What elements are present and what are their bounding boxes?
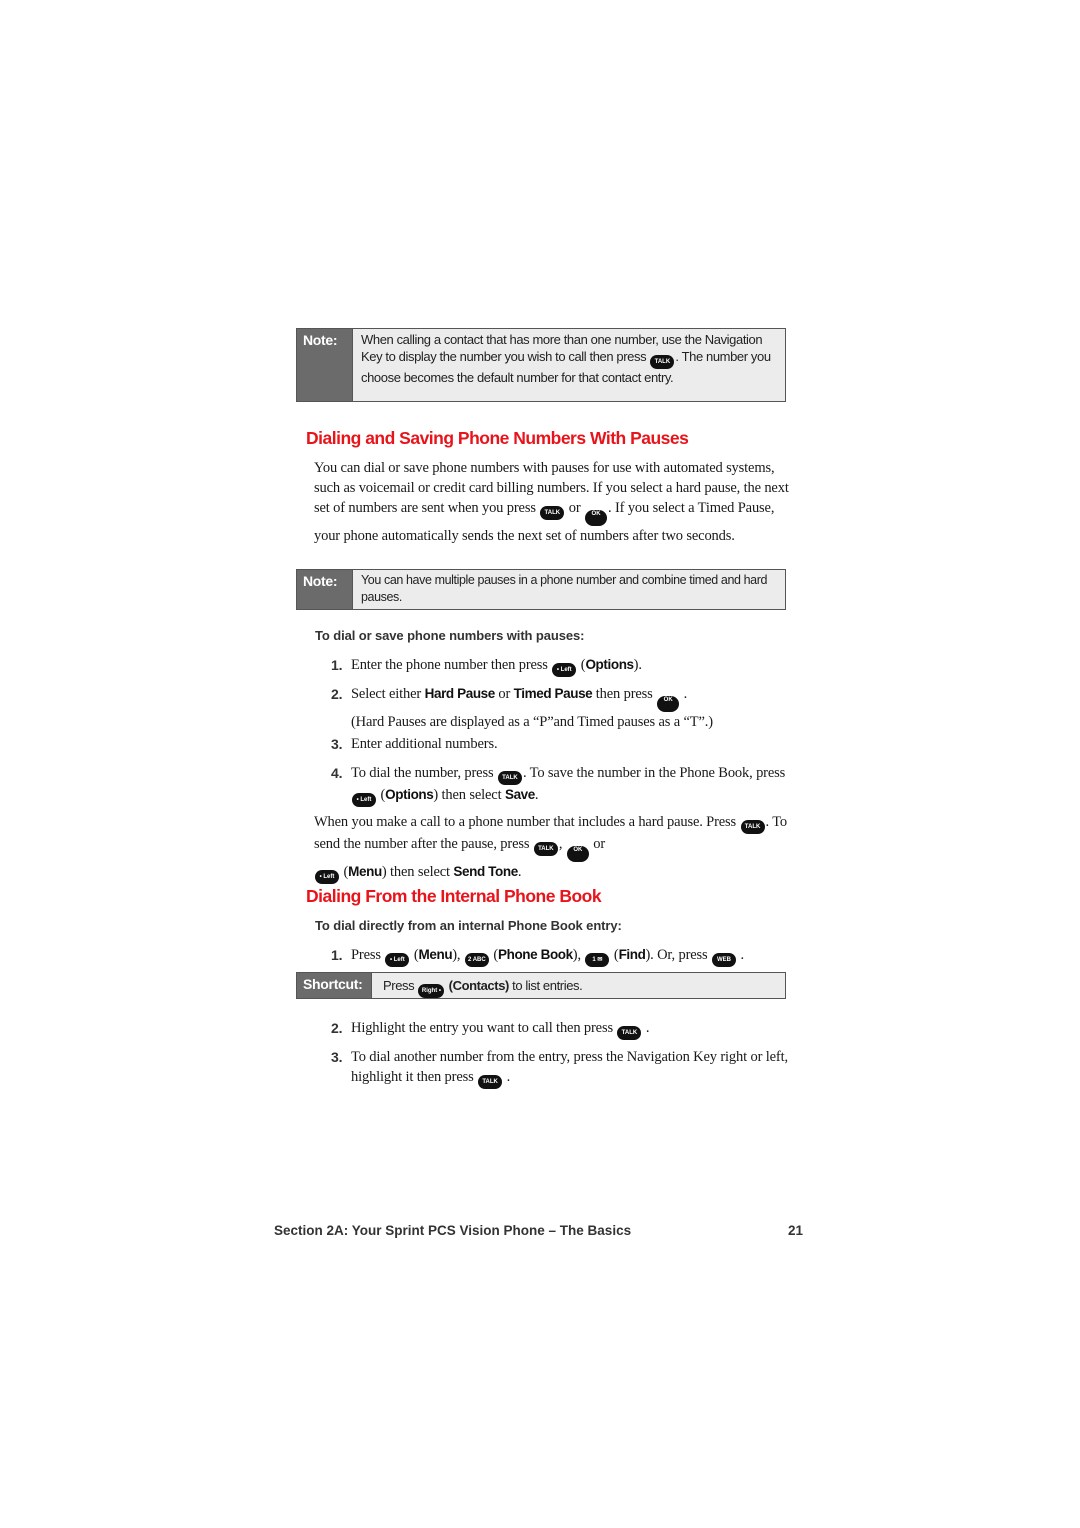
note-label: Note: <box>297 329 352 401</box>
phonebook-step-1: 1. Press • Left (Menu), 2 ABC (Phone Boo… <box>331 945 791 967</box>
footer-section-title: Section 2A: Your Sprint PCS Vision Phone… <box>274 1223 632 1238</box>
talk-key-icon: TALK <box>650 355 675 369</box>
pauses-intro-paragraph: You can dial or save phone numbers with … <box>314 460 789 544</box>
procedure-subhead-phone-book: To dial directly from an internal Phone … <box>315 918 622 933</box>
shortcut-label: Shortcut: <box>297 973 371 998</box>
talk-key-icon: TALK <box>540 506 565 520</box>
key-2-abc-icon: 2 ABC <box>464 953 489 967</box>
talk-key-icon: TALK <box>478 1075 503 1089</box>
phonebook-step-3: 3. To dial another number from the entry… <box>331 1047 791 1089</box>
manual-page: Note: When calling a contact that has mo… <box>0 0 1080 1528</box>
hard-pause-call-paragraph: When you make a call to a phone number t… <box>314 812 790 884</box>
left-softkey-icon: • Left <box>315 870 339 884</box>
note-text: When calling a contact that has more tha… <box>352 329 785 401</box>
talk-key-icon: TALK <box>497 771 522 785</box>
section-heading-phone-book: Dialing From the Internal Phone Book <box>306 886 602 906</box>
left-softkey-icon: • Left <box>385 953 410 967</box>
procedure-subhead-pauses: To dial or save phone numbers with pause… <box>315 628 585 643</box>
ok-key-icon: OK <box>585 510 608 526</box>
note-label: Note: <box>297 570 352 609</box>
step-4-dial-or-save: 4. To dial the number, press TALK. To sa… <box>331 763 791 807</box>
left-softkey-icon: • Left <box>352 793 376 807</box>
step-2-select-pause: 2. Select either Hard Pause or Timed Pau… <box>331 686 713 730</box>
ok-key-icon: OK <box>566 846 589 862</box>
talk-key-icon: TALK <box>617 1026 642 1040</box>
phonebook-step-2: 2. Highlight the entry you want to call … <box>331 1018 791 1040</box>
web-key-icon: WEB <box>712 953 737 967</box>
page-number: 21 <box>788 1223 804 1238</box>
section-heading-pauses: Dialing and Saving Phone Numbers With Pa… <box>306 428 689 448</box>
note-box-multiple-pauses: Note: You can have multiple pauses in a … <box>296 569 786 610</box>
note-text: You can have multiple pauses in a phone … <box>352 570 785 609</box>
shortcut-text: Press Right • (Contacts) to list entries… <box>371 973 590 998</box>
key-1-voicemail-icon: 1 ✉ <box>585 953 610 967</box>
note-box-contact-numbers: Note: When calling a contact that has mo… <box>296 328 786 402</box>
right-softkey-icon: Right • <box>418 984 445 998</box>
shortcut-box: Shortcut: Press Right • (Contacts) to li… <box>296 972 786 999</box>
step-1-enter-number: 1. Enter the phone number then press • L… <box>331 655 791 677</box>
talk-key-icon: TALK <box>740 820 765 834</box>
step-3-enter-additional: 3. Enter additional numbers. <box>331 736 498 752</box>
ok-key-icon: OK <box>657 696 680 712</box>
talk-key-icon: TALK <box>533 842 558 856</box>
left-softkey-icon: • Left <box>552 663 577 677</box>
